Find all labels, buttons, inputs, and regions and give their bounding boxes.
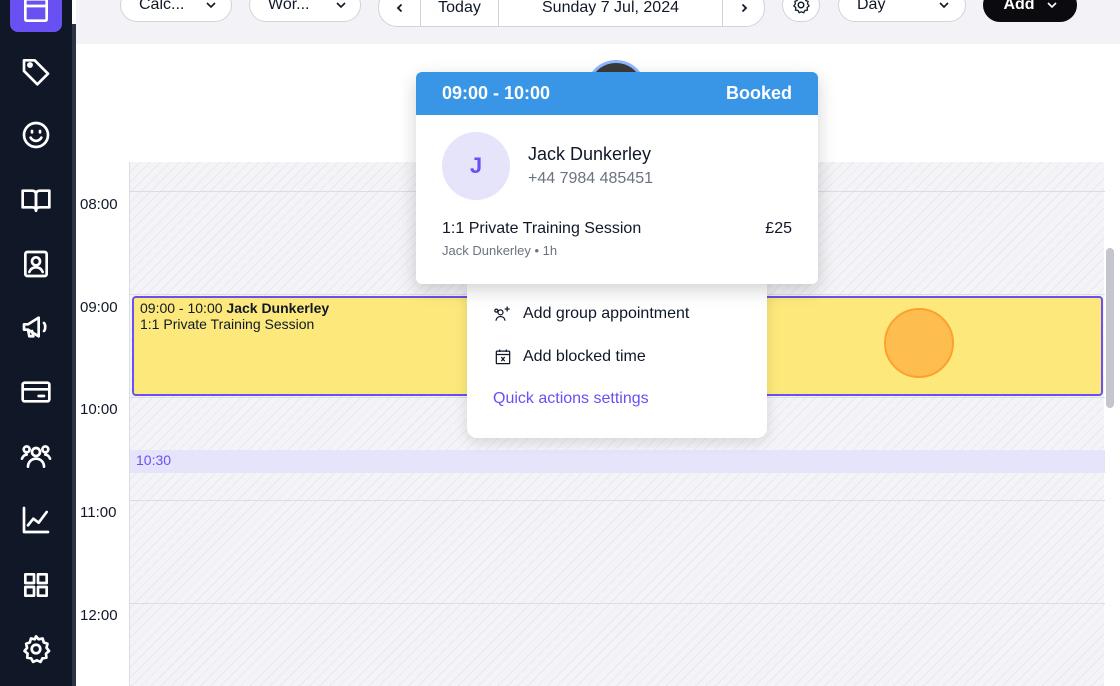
chevron-down-icon [335,2,346,9]
quick-actions-menu: Add group appointment Add blocked time Q… [467,282,767,438]
hour-line [130,500,1105,501]
service-price: £25 [765,220,792,237]
chevron-down-icon [939,2,950,9]
date-label[interactable]: Sunday 7 Jul, 2024 [499,0,723,26]
contact-card-icon[interactable] [16,244,56,284]
next-day-button[interactable] [723,0,764,26]
add-group-appointment-label: Add group appointment [523,305,690,322]
group-add-icon [494,306,510,321]
chevron-right-icon [741,3,747,12]
view-select-label: Day [857,0,886,13]
add-blocked-time-label: Add blocked time [523,348,646,365]
chevron-down-icon [1046,2,1057,9]
client-avatar: J [442,132,510,200]
time-label-0800: 08:00 [80,196,118,213]
tag-icon[interactable] [16,51,56,91]
client-name[interactable]: Jack Dunkerley [528,144,651,165]
add-blocked-time-item[interactable]: Add blocked time [493,347,646,367]
appointment-time: 09:00 - 10:00 [140,300,223,316]
workspace-select[interactable]: Wor... [249,0,361,22]
time-label-0900: 09:00 [80,299,118,316]
chart-icon[interactable] [16,500,56,540]
credit-card-icon[interactable] [16,372,56,412]
current-time-label: 10:30 [136,452,172,468]
service-detail: Jack Dunkerley • 1h [442,243,558,258]
smiley-icon[interactable] [16,115,56,155]
popover-status: Booked [725,83,792,103]
gear-icon [792,0,810,14]
hour-line [130,603,1105,604]
view-select[interactable]: Day [838,0,966,22]
megaphone-icon[interactable] [16,307,56,347]
client-phone: +44 7984 485451 [528,170,654,187]
time-label-1100: 11:00 [80,504,117,521]
popover-time: 09:00 - 10:00 [442,83,551,103]
sidebar [0,0,72,686]
appointment-popover: 09:00 - 10:00 Booked J Jack Dunkerley +4… [416,72,818,284]
book-icon[interactable] [16,180,56,220]
service-name: 1:1 Private Training Session [442,220,642,237]
calendar-block-icon [495,349,511,365]
add-button[interactable]: Add [983,0,1077,22]
calendar-icon[interactable] [10,0,62,32]
workspace-select-label: Wor... [268,0,310,13]
time-label-1000: 10:00 [80,401,118,418]
team-icon[interactable] [16,436,56,476]
appointment-client: Jack Dunkerley [226,300,330,316]
calendar-select[interactable]: Calc... [120,0,232,22]
touch-indicator [884,308,954,378]
calendar-select-label: Calc... [139,0,185,13]
chevron-left-icon [396,3,402,12]
add-button-label: Add [1003,0,1035,13]
today-button[interactable]: Today [421,0,499,26]
quick-actions-settings-link[interactable]: Quick actions settings [493,390,649,408]
time-label-1200: 12:00 [80,607,118,624]
gear-icon[interactable] [16,629,56,669]
chevron-down-icon [206,2,216,9]
apps-grid-icon[interactable] [16,565,56,605]
prev-day-button[interactable] [379,0,421,26]
popover-header: 09:00 - 10:00 Booked [416,72,818,115]
current-time-row: 10:30 [130,450,1105,473]
date-navigator: Today Sunday 7 Jul, 2024 [378,0,765,27]
add-group-appointment-item[interactable]: Add group appointment [493,304,689,324]
calendar-scrollbar[interactable] [1106,248,1114,408]
